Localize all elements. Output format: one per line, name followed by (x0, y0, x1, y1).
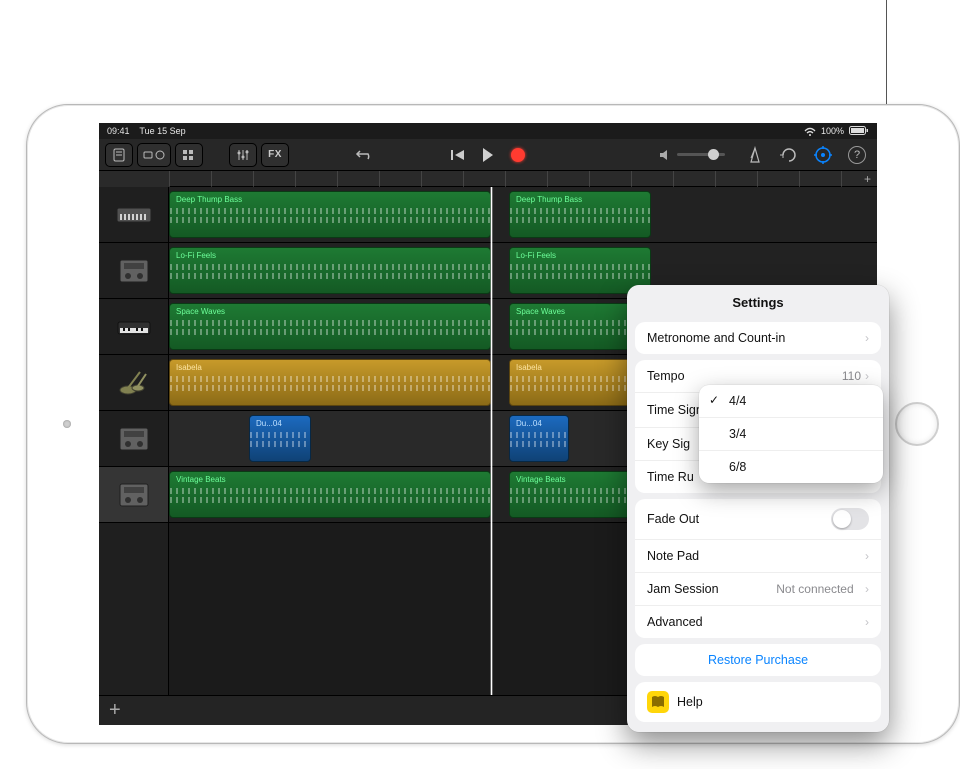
settings-row-fade-out[interactable]: Fade Out (635, 499, 881, 539)
main-toolbar: FX (99, 139, 877, 171)
time-signature-option[interactable]: 4/4 (699, 385, 883, 417)
region[interactable]: Du...04 (249, 415, 311, 462)
master-volume[interactable] (659, 149, 725, 161)
tracks-view-button[interactable] (175, 143, 203, 167)
volume-slider[interactable] (677, 153, 725, 156)
time-signature-menu: 4/43/46/8 (699, 385, 883, 483)
help-icon[interactable]: ? (843, 143, 871, 167)
region[interactable]: Vintage Beats (169, 471, 491, 518)
track-row[interactable]: Deep Thump Bass Deep Thump Bass (169, 187, 877, 243)
region-label: Vintage Beats (176, 475, 226, 484)
track-headers (99, 187, 169, 695)
region[interactable]: Deep Thump Bass (509, 191, 651, 238)
track-header[interactable] (99, 299, 168, 355)
toggle-switch[interactable] (831, 508, 869, 530)
track-header[interactable] (99, 355, 168, 411)
track-header[interactable] (99, 187, 168, 243)
battery-icon (849, 126, 869, 136)
region[interactable]: Deep Thump Bass (169, 191, 491, 238)
track-header[interactable] (99, 467, 168, 523)
status-left: 09:41 Tue 15 Sep (107, 126, 186, 136)
time-signature-option[interactable]: 3/4 (699, 417, 883, 450)
region[interactable]: Du...04 (509, 415, 569, 462)
undo-button[interactable] (351, 143, 379, 167)
region-label: Vintage Beats (516, 475, 566, 484)
status-bar: 09:41 Tue 15 Sep 100% (99, 123, 877, 139)
region-label: Lo-Fi Feels (516, 251, 556, 260)
browser-button[interactable] (137, 143, 171, 167)
region[interactable]: Isabela (169, 359, 491, 406)
status-time: 09:41 (107, 126, 130, 136)
settings-row-advanced[interactable]: Advanced › (635, 605, 881, 638)
record-button[interactable] (504, 143, 532, 167)
chevron-right-icon: › (865, 369, 869, 383)
chevron-right-icon: › (865, 331, 869, 345)
my-songs-button[interactable] (105, 143, 133, 167)
transport-controls (444, 143, 532, 167)
add-track-button[interactable]: + (109, 699, 121, 722)
settings-row-metronome[interactable]: Metronome and Count-in › (635, 322, 881, 354)
time-signature-option[interactable]: 6/8 (699, 450, 883, 483)
playhead[interactable] (491, 187, 492, 695)
region-label: Space Waves (176, 307, 225, 316)
region-label: Du...04 (256, 419, 282, 428)
region-label: Deep Thump Bass (176, 195, 242, 204)
settings-popover: Settings Metronome and Count-in › Tempo … (627, 285, 889, 732)
timeline-ruler[interactable]: + (169, 171, 877, 187)
ipad-camera (63, 420, 71, 428)
region-label: Du...04 (516, 419, 542, 428)
region[interactable]: Space Waves (169, 303, 491, 350)
chevron-right-icon: › (865, 615, 869, 629)
chevron-right-icon: › (865, 549, 869, 563)
track-header[interactable] (99, 243, 168, 299)
help-book-icon (647, 691, 669, 713)
fx-button[interactable]: FX (261, 143, 289, 167)
play-button[interactable] (474, 143, 502, 167)
track-header[interactable] (99, 411, 168, 467)
region-label: Lo-Fi Feels (176, 251, 216, 260)
loop-browser-icon[interactable] (775, 143, 803, 167)
region-label: Isabela (516, 363, 542, 372)
add-section-button[interactable]: + (864, 171, 871, 187)
region-label: Space Waves (516, 307, 565, 316)
chevron-right-icon: › (865, 582, 869, 596)
speaker-icon (659, 149, 671, 161)
ipad-frame: 09:41 Tue 15 Sep 100% (26, 104, 960, 744)
status-battery-text: 100% (821, 126, 844, 136)
track-controls-button[interactable] (229, 143, 257, 167)
home-button[interactable] (895, 402, 939, 446)
restore-purchase-button[interactable]: Restore Purchase (635, 644, 881, 676)
region-label: Isabela (176, 363, 202, 372)
settings-icon[interactable] (809, 143, 837, 167)
region[interactable]: Lo-Fi Feels (169, 247, 491, 294)
region-label: Deep Thump Bass (516, 195, 582, 204)
settings-row-help[interactable]: Help (635, 682, 881, 722)
settings-title: Settings (627, 285, 889, 316)
wifi-icon (804, 127, 816, 136)
metronome-icon[interactable] (741, 143, 769, 167)
go-to-beginning-button[interactable] (444, 143, 472, 167)
settings-row-jam-session[interactable]: Jam Session Not connected › (635, 572, 881, 605)
settings-row-note-pad[interactable]: Note Pad › (635, 539, 881, 572)
status-date: Tue 15 Sep (139, 126, 185, 136)
